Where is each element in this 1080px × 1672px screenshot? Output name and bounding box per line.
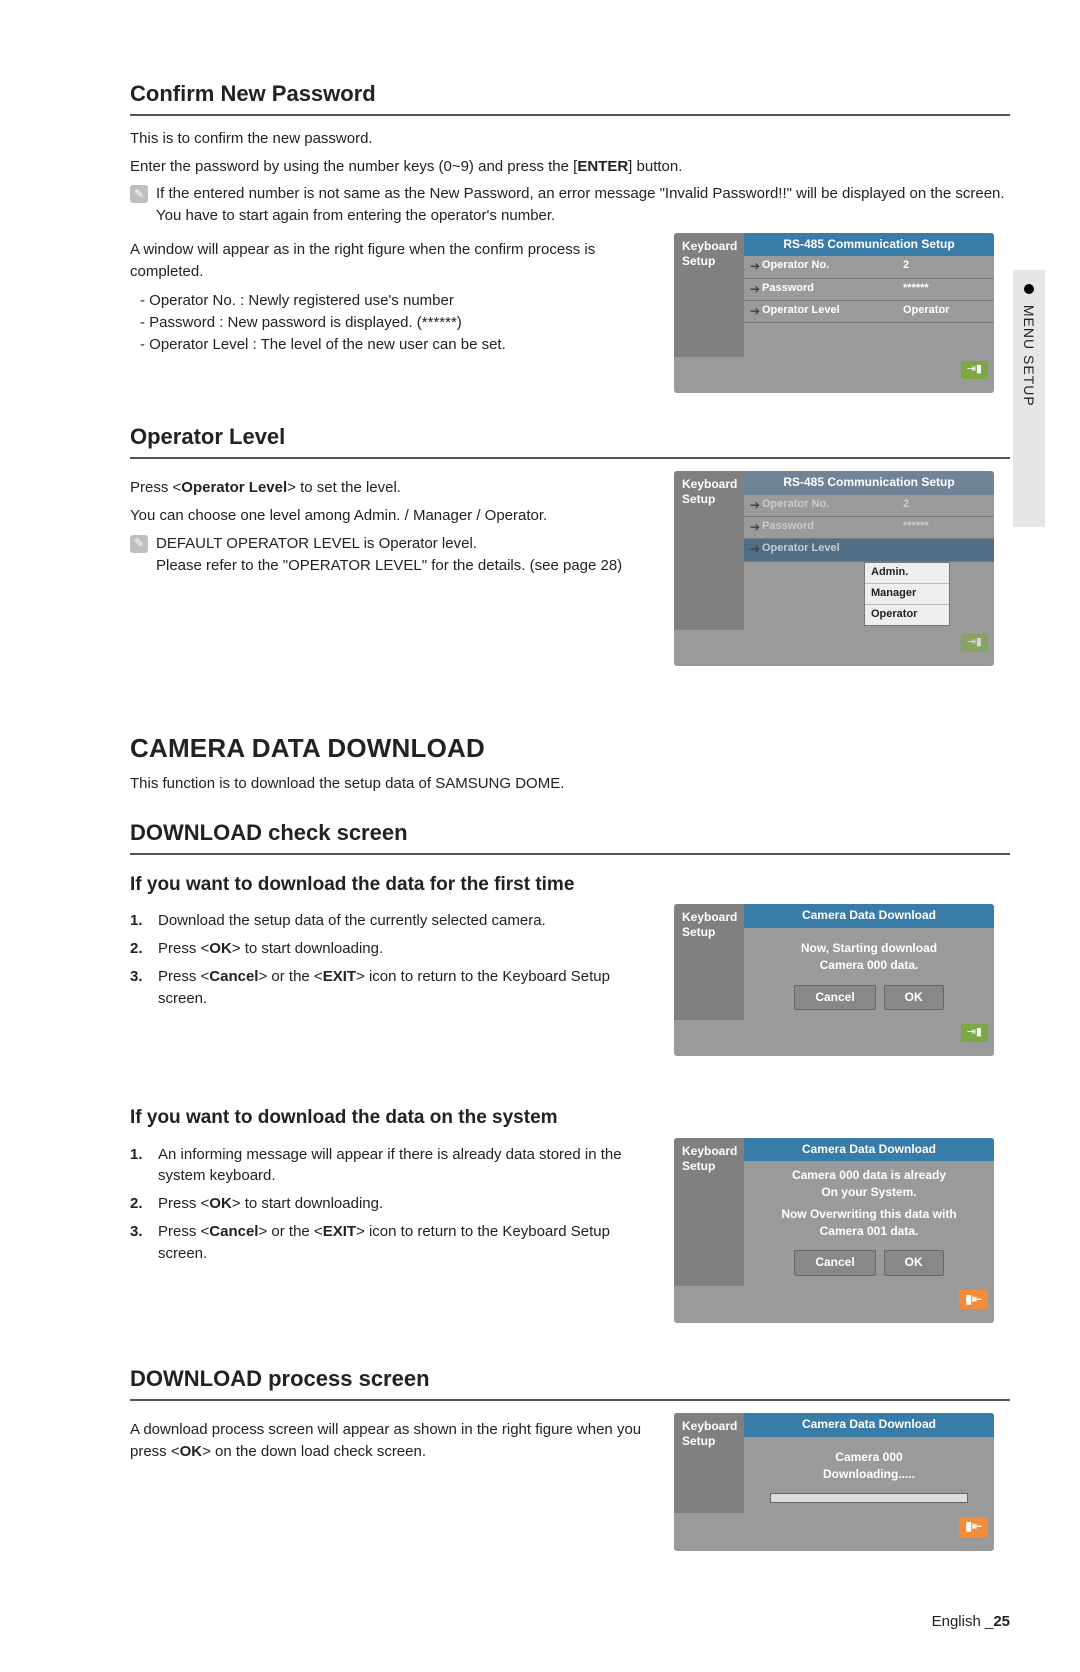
panel-download-progress: Keyboard Setup Camera Data Download Came… bbox=[674, 1413, 994, 1551]
para: A window will appear as in the right fig… bbox=[130, 239, 650, 283]
dropdown-option[interactable]: Admin. bbox=[865, 563, 949, 584]
step-num: 3. bbox=[130, 1221, 148, 1243]
heading-camera-data-download: CAMERA DATA DOWNLOAD bbox=[130, 730, 1010, 768]
panel-side-label: Keyboard Setup bbox=[674, 1138, 744, 1286]
para: A download process screen will appear as… bbox=[130, 1419, 650, 1463]
panel-title: RS-485 Communication Setup bbox=[744, 471, 994, 494]
panel-message: Camera 000 Downloading..... bbox=[752, 1449, 986, 1484]
para: This function is to download the setup d… bbox=[130, 773, 1010, 795]
step-text: Press <OK> to start downloading. bbox=[158, 938, 383, 960]
page-number: 25 bbox=[993, 1613, 1010, 1630]
arrow-icon: ➔ bbox=[750, 519, 762, 536]
note-icon: ✎ bbox=[130, 535, 148, 553]
step-text: Press <OK> to start downloading. bbox=[158, 1193, 383, 1215]
panel-side-label: Keyboard Setup bbox=[674, 233, 744, 358]
panel-title: Camera Data Download bbox=[744, 1413, 994, 1436]
panel-side-label: Keyboard Setup bbox=[674, 471, 744, 629]
para: This is to confirm the new password. bbox=[130, 128, 1010, 150]
para: Press <Operator Level> to set the level. bbox=[130, 477, 650, 499]
step-num: 2. bbox=[130, 938, 148, 960]
cancel-button[interactable]: Cancel bbox=[794, 1250, 875, 1275]
arrow-icon: ➔ bbox=[750, 497, 762, 514]
dropdown-option[interactable]: Operator bbox=[865, 605, 949, 625]
operator-level-dropdown[interactable]: Admin. Manager Operator bbox=[864, 562, 950, 626]
heading-operator-level: Operator Level bbox=[130, 421, 1010, 459]
ok-button[interactable]: OK bbox=[884, 1250, 944, 1275]
list-item: Operator No. : Newly registered use's nu… bbox=[140, 290, 650, 312]
dropdown-option[interactable]: Manager bbox=[865, 584, 949, 605]
note-icon: ✎ bbox=[130, 185, 148, 203]
note: ✎ If the entered number is not same as t… bbox=[130, 183, 1010, 227]
list-item: Operator Level : The level of the new us… bbox=[140, 334, 650, 356]
panel-title: RS-485 Communication Setup bbox=[744, 233, 994, 256]
step-text: Press <Cancel> or the <EXIT> icon to ret… bbox=[158, 1221, 650, 1265]
step-text: Download the setup data of the currently… bbox=[158, 910, 546, 932]
exit-icon[interactable]: ⇥▮ bbox=[961, 634, 988, 652]
step-num: 1. bbox=[130, 910, 148, 932]
panel-message: Now Overwriting this data with Camera 00… bbox=[752, 1206, 986, 1241]
para: You can choose one level among Admin. / … bbox=[130, 505, 650, 527]
panel-title: Camera Data Download bbox=[744, 904, 994, 927]
panel-download-overwrite: Keyboard Setup Camera Data Download Came… bbox=[674, 1138, 994, 1324]
interrupt-icon[interactable]: ▮⇤ bbox=[959, 1517, 988, 1536]
heading-download-check: DOWNLOAD check screen bbox=[130, 817, 1010, 855]
list-item: Password : New password is displayed. (*… bbox=[140, 312, 650, 334]
panel-download-first: Keyboard Setup Camera Data Download Now,… bbox=[674, 904, 994, 1056]
sub-heading: If you want to download the data for the… bbox=[130, 871, 1010, 899]
heading-download-process: DOWNLOAD process screen bbox=[130, 1363, 1010, 1401]
sub-heading: If you want to download the data on the … bbox=[130, 1104, 1010, 1132]
step-text: An informing message will appear if ther… bbox=[158, 1144, 650, 1188]
step-text: Press <Cancel> or the <EXIT> icon to ret… bbox=[158, 966, 650, 1010]
panel-rs485-setup: Keyboard Setup RS-485 Communication Setu… bbox=[674, 233, 994, 394]
panel-side-label: Keyboard Setup bbox=[674, 1413, 744, 1513]
arrow-icon: ➔ bbox=[750, 281, 762, 298]
arrow-icon: ➔ bbox=[750, 303, 762, 320]
panel-operator-level: Keyboard Setup RS-485 Communication Setu… bbox=[674, 471, 994, 665]
arrow-icon: ➔ bbox=[750, 258, 762, 275]
step-num: 2. bbox=[130, 1193, 148, 1215]
exit-icon[interactable]: ⇥▮ bbox=[961, 361, 988, 379]
interrupt-icon[interactable]: ▮⇤ bbox=[959, 1290, 988, 1309]
exit-icon[interactable]: ⇥▮ bbox=[961, 1024, 988, 1042]
side-tab: MENU SETUP bbox=[1013, 270, 1045, 527]
step-num: 3. bbox=[130, 966, 148, 988]
note: ✎ DEFAULT OPERATOR LEVEL is Operator lev… bbox=[130, 533, 650, 577]
ok-button[interactable]: OK bbox=[884, 985, 944, 1010]
step-num: 1. bbox=[130, 1144, 148, 1166]
side-tab-dot bbox=[1024, 284, 1034, 294]
arrow-icon: ➔ bbox=[750, 541, 762, 558]
para: Enter the password by using the number k… bbox=[130, 156, 1010, 178]
panel-side-label: Keyboard Setup bbox=[674, 904, 744, 1020]
panel-message: Camera 000 data is already On your Syste… bbox=[752, 1167, 986, 1202]
page-footer: English _25 bbox=[130, 1611, 1010, 1633]
panel-title: Camera Data Download bbox=[744, 1138, 994, 1161]
heading-confirm-new-password: Confirm New Password bbox=[130, 78, 1010, 116]
side-tab-label: MENU SETUP bbox=[1021, 305, 1037, 407]
progress-bar bbox=[770, 1493, 968, 1503]
panel-message: Now, Starting download Camera 000 data. bbox=[752, 940, 986, 975]
cancel-button[interactable]: Cancel bbox=[794, 985, 875, 1010]
